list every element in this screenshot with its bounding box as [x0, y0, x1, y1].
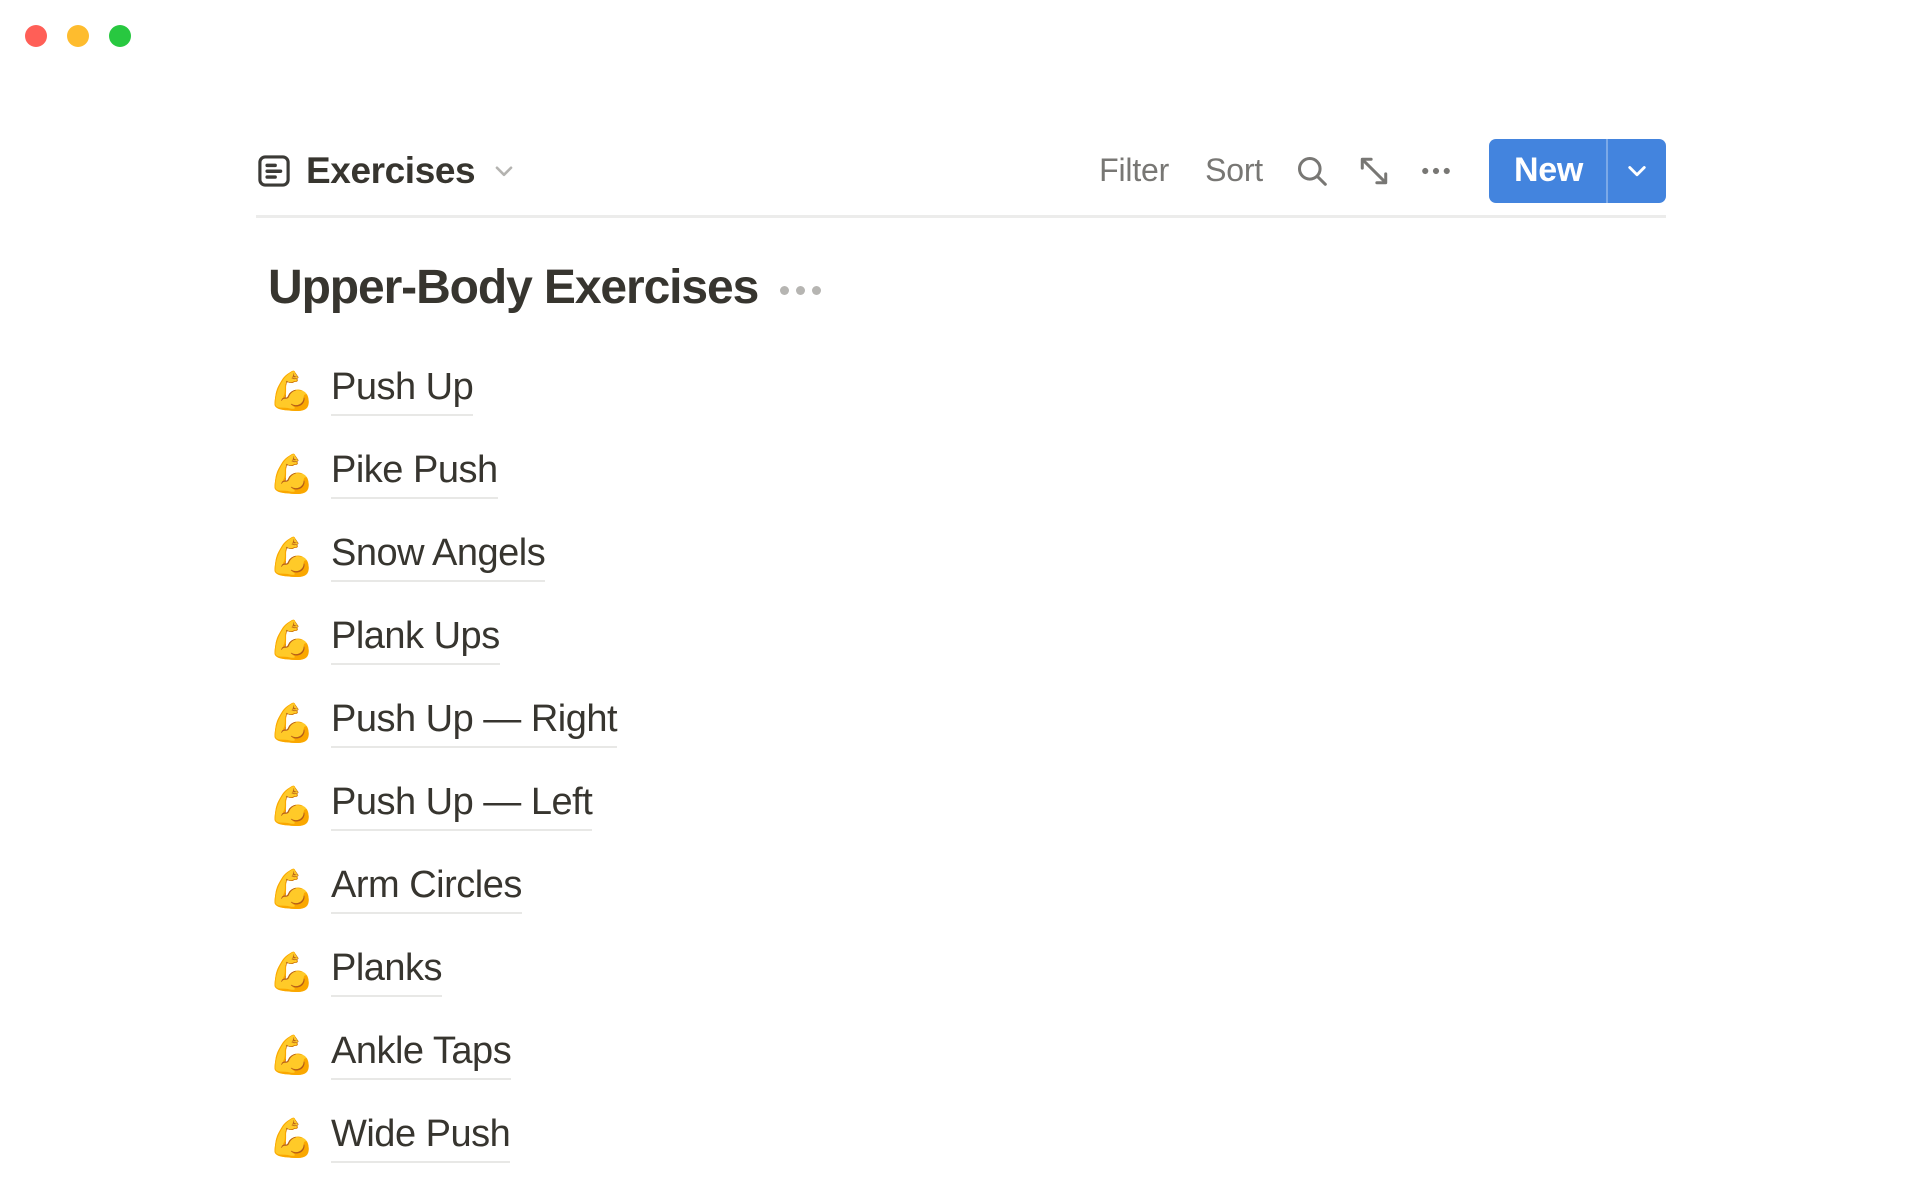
- list-item-label[interactable]: Pike Push: [331, 449, 498, 499]
- list-item[interactable]: 💪 Ankle Taps: [268, 1013, 1666, 1096]
- list-item-label[interactable]: Push Up — Right: [331, 698, 617, 748]
- list-item-label[interactable]: Ankle Taps: [331, 1030, 511, 1080]
- flexed-biceps-icon: 💪: [268, 1119, 314, 1157]
- new-button[interactable]: New: [1489, 139, 1606, 203]
- close-button[interactable]: [25, 25, 47, 47]
- flexed-biceps-icon: 💪: [268, 953, 314, 991]
- list-item[interactable]: 💪 Planks: [268, 930, 1666, 1013]
- search-icon[interactable]: [1281, 143, 1343, 199]
- list-item[interactable]: 💪 Push Up — Right: [268, 681, 1666, 764]
- list-item-label[interactable]: Planks: [331, 947, 442, 997]
- new-button-dropdown[interactable]: [1608, 139, 1666, 203]
- list-item[interactable]: 💪 Push Up: [268, 349, 1666, 432]
- chevron-down-icon[interactable]: [489, 158, 517, 184]
- flexed-biceps-icon: 💪: [268, 704, 314, 742]
- sort-button[interactable]: Sort: [1187, 148, 1281, 193]
- expand-diagonal-icon[interactable]: [1343, 143, 1405, 199]
- flexed-biceps-icon: 💪: [268, 372, 314, 410]
- list-item[interactable]: 💪 Plank Ups: [268, 598, 1666, 681]
- list-item[interactable]: 💪 Wide Push: [268, 1096, 1666, 1179]
- list-item-label[interactable]: Push Up: [331, 366, 473, 416]
- more-horizontal-icon[interactable]: [1405, 143, 1467, 199]
- flexed-biceps-icon: 💪: [268, 621, 314, 659]
- filter-button[interactable]: Filter: [1081, 148, 1187, 193]
- page-title: Upper-Body Exercises: [268, 260, 758, 315]
- new-button-group: New: [1489, 139, 1666, 203]
- list-item[interactable]: 💪 Push Up — Left: [268, 764, 1666, 847]
- flexed-biceps-icon: 💪: [268, 787, 314, 825]
- window-controls: [25, 25, 131, 47]
- list-item-label[interactable]: Push Up — Left: [331, 781, 592, 831]
- list-item-label[interactable]: Arm Circles: [331, 864, 522, 914]
- list-item-label[interactable]: Snow Angels: [331, 532, 545, 582]
- list-item-label[interactable]: Plank Ups: [331, 615, 500, 665]
- database-toolbar: Exercises Filter Sort: [256, 126, 1666, 218]
- list-item[interactable]: 💪 Snow Angels: [268, 515, 1666, 598]
- database-title-group[interactable]: Exercises: [256, 150, 517, 192]
- list-view-icon: [256, 153, 292, 189]
- page-content: Exercises Filter Sort: [256, 0, 1666, 1179]
- flexed-biceps-icon: 💪: [268, 1036, 314, 1074]
- flexed-biceps-icon: 💪: [268, 455, 314, 493]
- toolbar-actions: Filter Sort: [1081, 139, 1666, 203]
- section-heading-row: Upper-Body Exercises: [268, 260, 1666, 315]
- list-item[interactable]: 💪 Pike Push: [268, 432, 1666, 515]
- database-title: Exercises: [306, 150, 475, 192]
- list-item[interactable]: 💪 Arm Circles: [268, 847, 1666, 930]
- maximize-button[interactable]: [109, 25, 131, 47]
- more-horizontal-icon[interactable]: [780, 280, 821, 295]
- exercise-list: 💪 Push Up 💪 Pike Push 💪 Snow Angels 💪 Pl…: [268, 349, 1666, 1179]
- minimize-button[interactable]: [67, 25, 89, 47]
- flexed-biceps-icon: 💪: [268, 538, 314, 576]
- flexed-biceps-icon: 💪: [268, 870, 314, 908]
- list-item-label[interactable]: Wide Push: [331, 1113, 510, 1163]
